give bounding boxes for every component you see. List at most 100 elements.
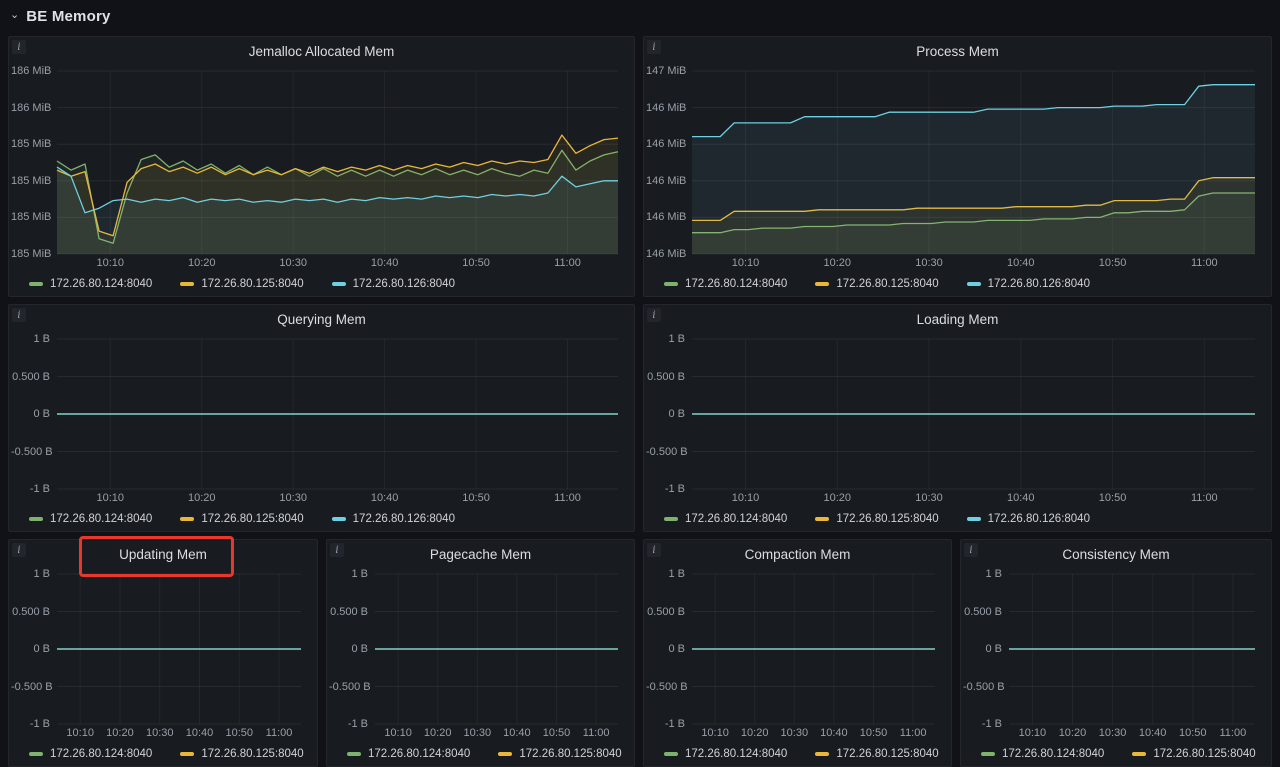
panel-title[interactable]: Loading Mem <box>917 312 999 327</box>
legend-item[interactable]: 172.26.80.124:8040 <box>29 513 152 525</box>
panel-title[interactable]: Pagecache Mem <box>430 547 531 562</box>
x-axis-label: 11:00 <box>554 492 581 504</box>
legend-item[interactable]: 172.26.80.124:8040 <box>981 748 1104 760</box>
x-axis-label: 10:30 <box>915 257 943 269</box>
series-color-marker <box>180 282 194 286</box>
legend-item[interactable]: 172.26.80.124:8040 <box>664 278 787 290</box>
legend-label: 172.26.80.125:8040 <box>201 278 303 290</box>
y-axis-label: 0 B <box>11 408 50 420</box>
info-icon[interactable]: i <box>647 308 661 322</box>
x-axis-label: 10:30 <box>279 492 307 504</box>
y-axis-label: 0 B <box>963 643 1002 655</box>
series-color-marker <box>664 752 678 756</box>
legend-label: 172.26.80.124:8040 <box>50 513 152 525</box>
legend-label: 172.26.80.125:8040 <box>1153 748 1255 760</box>
x-axis-label: 10:40 <box>371 492 399 504</box>
legend-item[interactable]: 172.26.80.125:8040 <box>815 748 938 760</box>
legend-item[interactable]: 172.26.80.124:8040 <box>347 748 470 760</box>
chart-compaction-mem: 1 B0.500 B0 B-0.500 B-1 B10:1010:2010:30… <box>646 568 945 742</box>
legend: 172.26.80.124:8040 172.26.80.125:8040 17… <box>644 272 1271 296</box>
x-axis-label: 10:30 <box>915 492 943 504</box>
y-axis-label: -0.500 B <box>646 681 685 693</box>
legend-item[interactable]: 172.26.80.125:8040 <box>180 278 303 290</box>
legend-item[interactable]: 172.26.80.125:8040 <box>180 748 303 760</box>
y-axis-label: 186 MiB <box>11 102 50 114</box>
y-axis-label: 185 MiB <box>11 248 50 260</box>
x-axis-label: 10:20 <box>106 727 134 739</box>
x-axis-label: 10:10 <box>97 257 125 269</box>
legend: 172.26.80.124:8040 172.26.80.125:8040 17… <box>9 507 634 531</box>
legend-item[interactable]: 172.26.80.124:8040 <box>29 278 152 290</box>
panel-title[interactable]: Process Mem <box>916 44 999 59</box>
chart-svg <box>11 65 628 272</box>
series-color-marker <box>498 752 512 756</box>
info-icon[interactable]: i <box>12 543 26 557</box>
legend-item[interactable]: 172.26.80.126:8040 <box>332 278 455 290</box>
x-axis-label: 10:30 <box>464 727 492 739</box>
x-axis-label: 10:10 <box>1019 727 1047 739</box>
x-axis-label: 10:20 <box>823 492 851 504</box>
x-axis-label: 10:50 <box>462 257 490 269</box>
legend-item[interactable]: 172.26.80.125:8040 <box>498 748 621 760</box>
legend-item[interactable]: 172.26.80.124:8040 <box>29 748 152 760</box>
series-color-marker <box>29 752 43 756</box>
chart-svg <box>646 333 1265 507</box>
panel-pagecache-mem: i Pagecache Mem 1 B0.500 B0 B-0.500 B-1 … <box>326 539 635 767</box>
x-axis-label: 10:10 <box>701 727 729 739</box>
x-axis-label: 10:10 <box>66 727 94 739</box>
x-axis-label: 10:40 <box>820 727 848 739</box>
info-icon[interactable]: i <box>330 543 344 557</box>
legend-item[interactable]: 172.26.80.125:8040 <box>815 278 938 290</box>
legend-label: 172.26.80.125:8040 <box>836 513 938 525</box>
chart-jemalloc-allocated-mem: 186 MiB186 MiB185 MiB185 MiB185 MiB185 M… <box>11 65 628 272</box>
info-icon[interactable]: i <box>647 40 661 54</box>
row-header-be-memory[interactable]: ⌄ BE Memory <box>10 3 111 29</box>
y-axis-label: -1 B <box>11 483 50 495</box>
info-icon[interactable]: i <box>964 543 978 557</box>
y-axis-label: 1 B <box>646 333 685 345</box>
series-color-marker <box>332 517 346 521</box>
series-color-marker <box>815 752 829 756</box>
legend-item[interactable]: 172.26.80.125:8040 <box>815 513 938 525</box>
series-color-marker <box>664 517 678 521</box>
panel-jemalloc-allocated-mem: i Jemalloc Allocated Mem 186 MiB186 MiB1… <box>8 36 635 297</box>
series-color-marker <box>332 282 346 286</box>
series-color-marker <box>815 282 829 286</box>
panel-title[interactable]: Updating Mem <box>119 547 207 562</box>
legend-label: 172.26.80.126:8040 <box>353 513 455 525</box>
x-axis-label: 10:40 <box>1007 492 1035 504</box>
info-icon[interactable]: i <box>12 308 26 322</box>
chart-svg <box>646 568 945 742</box>
chevron-down-icon: ⌄ <box>10 10 19 21</box>
series-color-marker <box>180 517 194 521</box>
y-axis-label: -1 B <box>646 718 685 730</box>
panel-title[interactable]: Jemalloc Allocated Mem <box>249 44 395 59</box>
panel-title[interactable]: Querying Mem <box>277 312 366 327</box>
legend-item[interactable]: 172.26.80.124:8040 <box>664 748 787 760</box>
chart-svg <box>11 333 628 507</box>
x-axis-label: 10:50 <box>543 727 571 739</box>
legend-item[interactable]: 172.26.80.125:8040 <box>180 513 303 525</box>
chart-svg <box>329 568 628 742</box>
series-color-marker <box>1132 752 1146 756</box>
legend-label: 172.26.80.125:8040 <box>519 748 621 760</box>
panel-updating-mem: i Updating Mem 1 B0.500 B0 B-0.500 B-1 B… <box>8 539 318 767</box>
legend-item[interactable]: 172.26.80.126:8040 <box>332 513 455 525</box>
legend: 172.26.80.124:8040 172.26.80.125:8040 17… <box>9 742 317 766</box>
panel-header: Updating Mem <box>9 540 317 568</box>
legend-label: 172.26.80.124:8040 <box>1002 748 1104 760</box>
y-axis-label: 1 B <box>963 568 1002 580</box>
info-icon[interactable]: i <box>647 543 661 557</box>
legend-item[interactable]: 172.26.80.125:8040 <box>1132 748 1255 760</box>
panel-title[interactable]: Compaction Mem <box>745 547 851 562</box>
chart-updating-mem: 1 B0.500 B0 B-0.500 B-1 B10:1010:2010:30… <box>11 568 311 742</box>
info-icon[interactable]: i <box>12 40 26 54</box>
legend-item[interactable]: 172.26.80.124:8040 <box>664 513 787 525</box>
x-axis-label: 10:30 <box>279 257 307 269</box>
y-axis-label: 1 B <box>329 568 368 580</box>
legend-item[interactable]: 172.26.80.126:8040 <box>967 513 1090 525</box>
x-axis-label: 10:20 <box>424 727 452 739</box>
panel-title[interactable]: Consistency Mem <box>1062 547 1169 562</box>
y-axis-label: -1 B <box>646 483 685 495</box>
legend-item[interactable]: 172.26.80.126:8040 <box>967 278 1090 290</box>
